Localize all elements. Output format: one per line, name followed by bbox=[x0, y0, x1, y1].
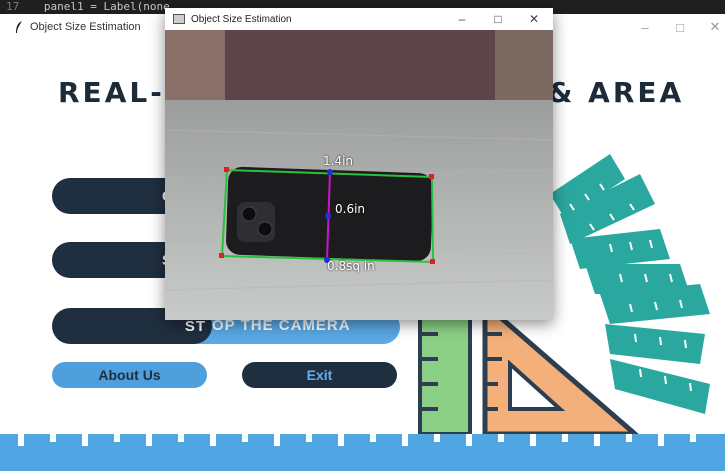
camera-window-title: Object Size Estimation bbox=[191, 13, 292, 25]
length-measurement: 1.4in bbox=[323, 154, 354, 168]
about-us-label: About Us bbox=[98, 367, 161, 383]
exit-button[interactable]: Exit bbox=[242, 362, 397, 388]
bottom-ruler-decoration bbox=[0, 434, 725, 471]
feather-icon bbox=[16, 21, 22, 33]
minimize-button[interactable]: – bbox=[625, 14, 665, 40]
camera-window: Object Size Estimation – □ ✕ 1.4in 0.6in… bbox=[165, 8, 553, 320]
width-measurement: 0.6in bbox=[335, 202, 366, 216]
code-line-number: 17 bbox=[6, 0, 20, 13]
camera-minimize-button[interactable]: – bbox=[445, 8, 479, 30]
maximize-button[interactable]: □ bbox=[660, 14, 700, 40]
close-button[interactable]: ✕ bbox=[695, 14, 725, 40]
page-heading-left: REAL- bbox=[58, 76, 165, 109]
stop-button-label-left: ST bbox=[184, 317, 206, 335]
page-heading-right: & AREA bbox=[548, 76, 685, 109]
camera-window-icon bbox=[173, 14, 185, 24]
camera-feed bbox=[165, 30, 553, 320]
about-us-button[interactable]: About Us bbox=[52, 362, 207, 388]
area-measurement: 0.8sq in bbox=[327, 259, 375, 273]
exit-label: Exit bbox=[306, 367, 333, 383]
camera-maximize-button[interactable]: □ bbox=[481, 8, 515, 30]
camera-close-button[interactable]: ✕ bbox=[517, 8, 551, 30]
code-line-text: panel1 = Label(none, bbox=[43, 0, 177, 13]
camera-titlebar: Object Size Estimation – □ ✕ bbox=[165, 8, 553, 30]
app-window-title: Object Size Estimation bbox=[30, 21, 141, 33]
